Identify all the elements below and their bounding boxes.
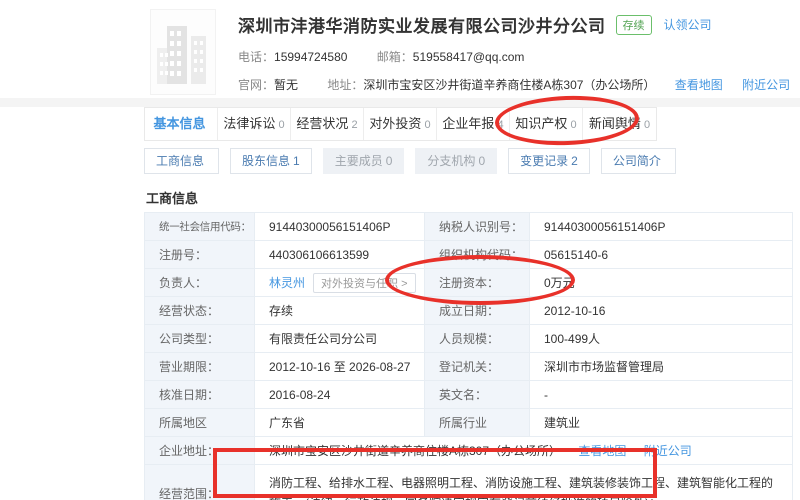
address-row: 官网：暂无 地址：深圳市宝安区沙井街道辛养商住楼A栋307（办公场所） 查看地图… [238,76,794,93]
table-row: 统一社会信用代码： 91440300056151406P 纳税人识别号： 914… [144,212,793,241]
row-value: 有限责任公司分公司 [254,324,425,353]
table-row: 负责人： 林灵州 对外投资与任职 > 注册资本： 0万元 [144,268,793,297]
tab-news-sentiment[interactable]: 新闻舆情 0 [583,108,656,140]
row-value: 100-499人 [529,324,793,353]
section-divider [0,98,800,107]
row-label: 纳税人识别号： [424,212,530,241]
table-row: 经营范围： 消防工程、给排水工程、电器照明工程、消防设施工程、建筑装修装饰工程、… [144,464,793,500]
phone-label: 电话： [238,50,275,64]
table-row: 营业期限： 2012-10-16 至 2026-08-27 登记机关： 深圳市市… [144,352,793,381]
row-value: 91440300056151406P [254,212,425,241]
table-row: 企业地址： 深圳市宝安区沙井街道辛养商住楼A栋307（办公场所） 查看地图 附近… [144,436,793,465]
website-label: 官网： [238,78,275,92]
nearby-companies-link[interactable]: 附近公司 [742,78,790,92]
row-label: 人员规模： [424,324,530,353]
subtab-shareholders[interactable]: 股东信息 1 [230,148,312,174]
legal-person-link[interactable]: 林灵州 [269,276,305,290]
company-logo-placeholder [150,9,216,95]
tab-legal-litigation[interactable]: 法律诉讼 0 [218,108,291,140]
subtab-business-info[interactable]: 工商信息 [144,148,220,174]
email-value: 519558417@qq.com [412,50,525,64]
investment-positions-button[interactable]: 对外投资与任职 > [313,272,416,293]
address-value: 深圳市宝安区沙井街道辛养商住楼A栋307（办公场所） [363,78,656,92]
row-label: 统一社会信用代码： [144,212,255,241]
table-row: 核准日期： 2016-08-24 英文名： - [144,380,793,409]
table-row: 注册号： 440306106613599 组织机构代码： 05615140-6 [144,240,793,269]
email-label: 邮箱： [376,50,413,64]
row-label: 企业地址： [144,436,255,465]
row-value: 存续 [254,296,425,325]
tab-annual-reports[interactable]: 企业年报 4 [437,108,510,140]
row-value: 建筑业 [529,408,793,437]
table-row: 所属地区 广东省 所属行业 建筑业 [144,408,793,437]
table-row: 公司类型： 有限责任公司分公司 人员规模： 100-499人 [144,324,793,353]
row-value: 05615140-6 [529,240,793,269]
subtab-change-records[interactable]: 变更记录 2 [508,148,590,174]
table-row: 经营状态： 存续 成立日期： 2012-10-16 [144,296,793,325]
tab-operating-status[interactable]: 经营状况 2 [291,108,364,140]
row-label: 经营状态： [144,296,255,325]
row-value: 2016-08-24 [254,380,425,409]
row-label: 注册号： [144,240,255,269]
registered-capital-value: 0万元 [529,268,793,297]
subtab-company-profile[interactable]: 公司简介 [600,148,676,174]
row-label: 公司类型： [144,324,255,353]
page-title: 深圳市沣港华消防实业发展有限公司沙井分公司 [238,17,606,36]
row-label: 成立日期： [424,296,530,325]
row-label: 核准日期： [144,380,255,409]
tab-basic-info[interactable]: 基本信息 [145,108,218,140]
company-address-cell: 深圳市宝安区沙井街道辛养商住楼A栋307（办公场所） 查看地图 附近公司 [254,436,793,465]
row-label: 所属行业 [424,408,530,437]
row-value: 2012-10-16 [529,296,793,325]
main-tab-bar: 基本信息 法律诉讼 0 经营状况 2 对外投资 0 企业年报 4 知识产权 0 新闻舆情 0 [144,107,657,141]
subtab-branches[interactable]: 分支机构 0 [415,148,498,174]
section-title: 工商信息 [146,191,199,206]
row-label: 组织机构代码： [424,240,530,269]
row-label: 注册资本： [424,268,530,297]
company-address-value: 深圳市宝安区沙井街道辛养商住楼A栋307（办公场所） [269,444,562,458]
nearby-companies-link[interactable]: 附近公司 [644,444,692,458]
sub-tab-bar: 工商信息 股东信息 1 主要成员 0 分支机构 0 变更记录 2 公司简介 [144,148,687,174]
claim-company-link[interactable]: 认领公司 [664,16,712,33]
tab-intellectual-property[interactable]: 知识产权 0 [510,108,583,140]
subtab-key-members[interactable]: 主要成员 0 [322,148,405,174]
address-label: 地址： [327,78,364,92]
row-label: 登记机关： [424,352,530,381]
row-value: 广东省 [254,408,425,437]
contact-row: 电话：15994724580 邮箱：519558417@qq.com [238,48,794,65]
phone-value: 15994724580 [274,50,348,64]
view-map-link[interactable]: 查看地图 [578,444,626,458]
row-label: 负责人： [144,268,255,297]
view-map-link[interactable]: 查看地图 [675,78,723,92]
building-icon [157,26,206,84]
row-value: 2012-10-16 至 2026-08-27 [254,352,425,381]
row-label: 所属地区 [144,408,255,437]
business-info-table: 统一社会信用代码： 91440300056151406P 纳税人识别号： 914… [144,212,793,500]
business-scope-value: 消防工程、给排水工程、电器照明工程、消防设施工程、建筑装修装饰工程、建筑智能化工… [254,464,793,500]
row-value: 91440300056151406P [529,212,793,241]
row-value: - [529,380,793,409]
status-badge: 存续 [615,14,652,35]
row-value: 深圳市市场监督管理局 [529,352,793,381]
row-value: 440306106613599 [254,240,425,269]
row-value: 林灵州 对外投资与任职 > [254,268,425,297]
row-label: 经营范围： [144,464,255,500]
website-value: 暂无 [274,78,299,92]
row-label: 英文名： [424,380,530,409]
company-profile-page: 深圳市沣港华消防实业发展有限公司沙井分公司 存续 认领公司 电话：1599472… [0,0,800,500]
row-label: 营业期限： [144,352,255,381]
tab-outbound-investment[interactable]: 对外投资 0 [364,108,437,140]
